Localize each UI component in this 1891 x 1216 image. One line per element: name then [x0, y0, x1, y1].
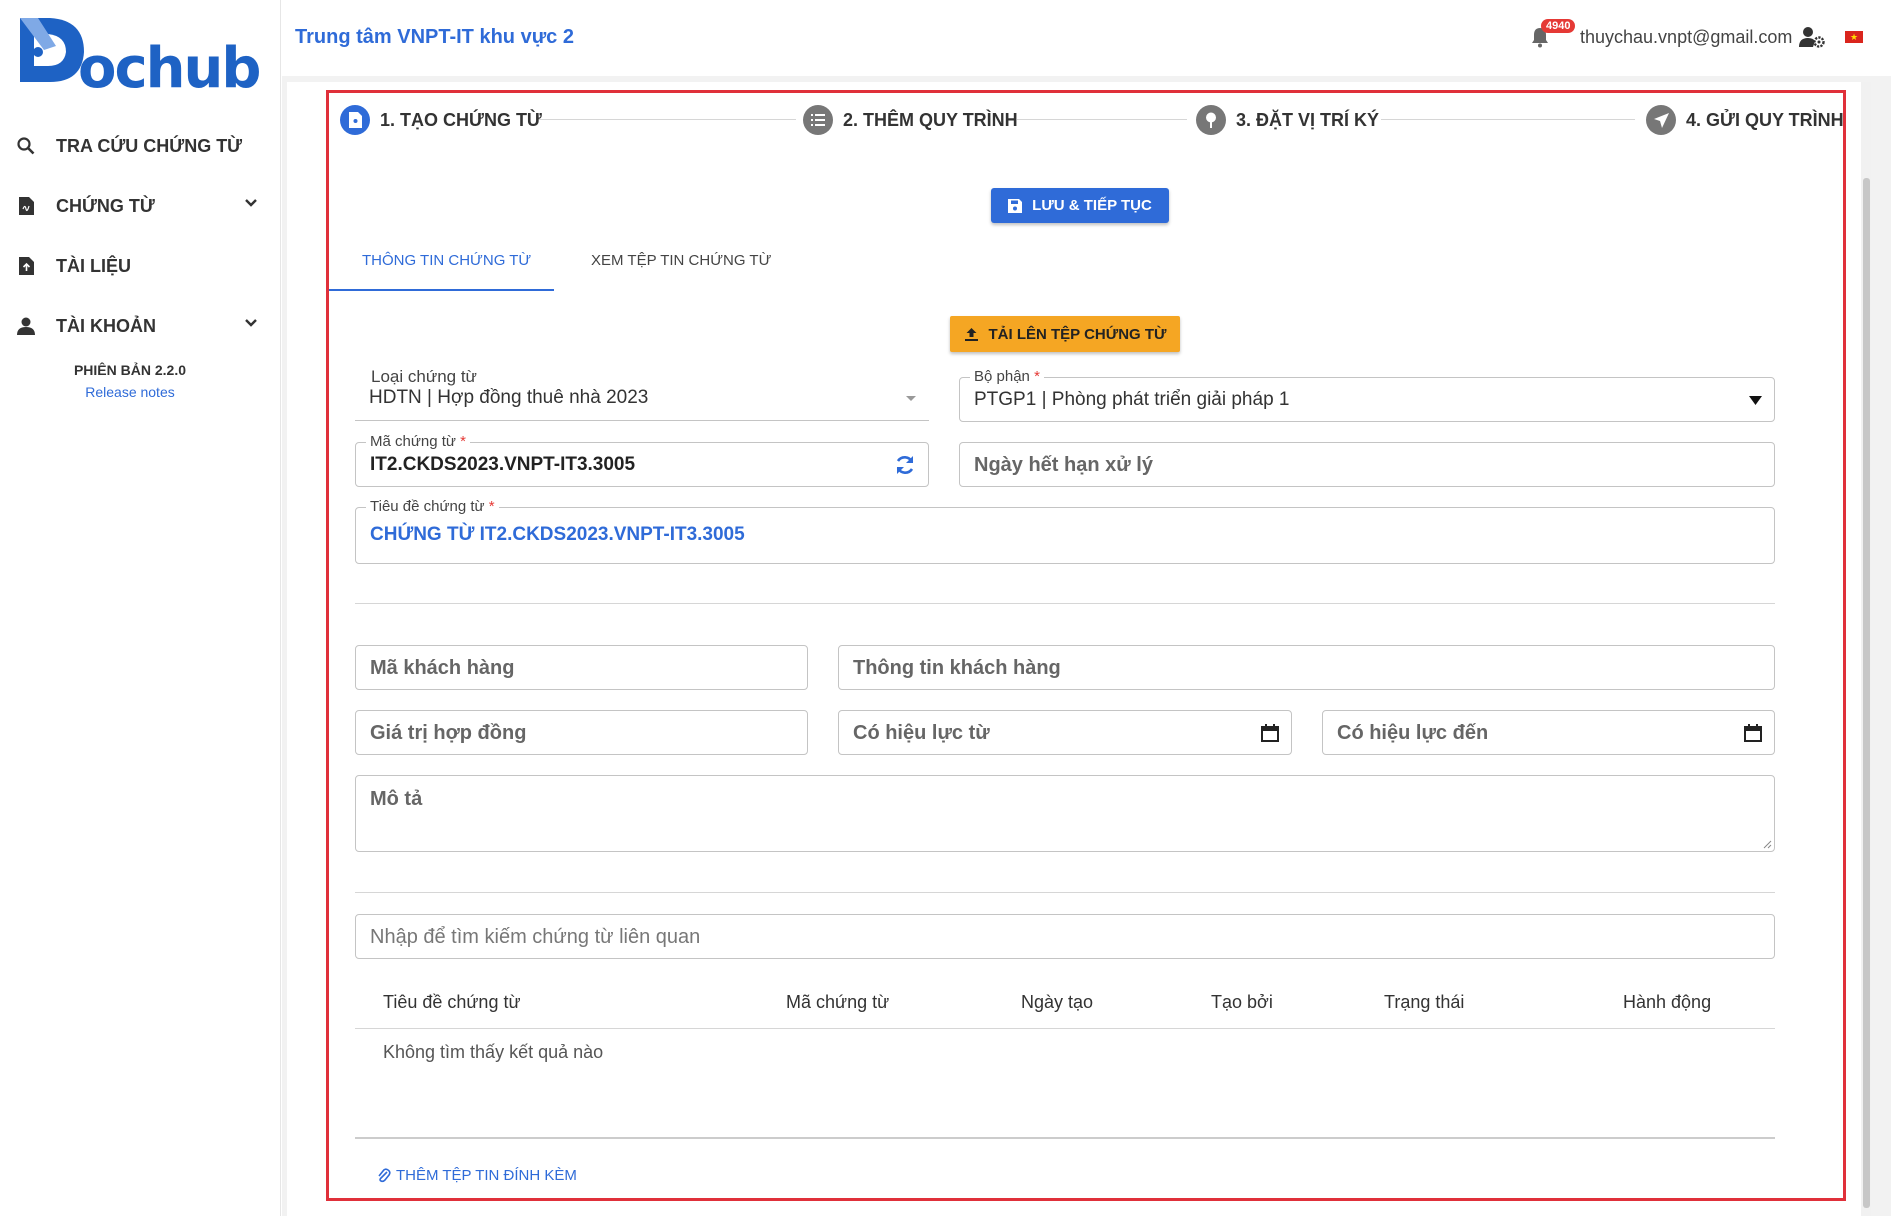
column-header-status[interactable]: Trạng thái [1384, 992, 1464, 1013]
step-send-workflow[interactable]: 4. GỬI QUY TRÌNH [1646, 105, 1844, 135]
column-header-created-by[interactable]: Tạo bởi [1211, 992, 1273, 1013]
send-icon [1646, 105, 1676, 135]
document-title-field[interactable]: Tiêu đề chứng từ * CHỨNG TỪ IT2.CKDS2023… [355, 498, 1775, 564]
vn-flag-icon[interactable]: ★ [1845, 31, 1863, 43]
valid-from-field[interactable]: Có hiệu lực từ [838, 710, 1292, 755]
empty-results-text: Không tìm thấy kết quả nào [383, 1042, 604, 1062]
sidebar-item-label: CHỨNG TỪ [56, 195, 155, 216]
resize-handle-icon[interactable] [1762, 839, 1772, 849]
step-label: 1. TẠO CHỨNG TỪ [380, 109, 542, 130]
sidebar-item-documents[interactable]: CHỨNG TỪ [0, 176, 280, 236]
step-create-document[interactable]: 1. TẠO CHỨNG TỪ [340, 105, 542, 135]
field-label: Bộ phận * [970, 368, 1044, 385]
field-placeholder: Thông tin khách hàng [853, 657, 1061, 679]
field-label: Loại chứng từ [367, 367, 481, 387]
sidebar-item-search-documents[interactable]: TRA CỨU CHỨNG TỪ [0, 116, 280, 176]
field-placeholder: Có hiệu lực từ [853, 722, 990, 744]
chevron-down-icon [245, 199, 257, 207]
customer-info-field[interactable]: Thông tin khách hàng [838, 645, 1775, 690]
department-select[interactable]: Bộ phận * PTGP1 | Phòng phát triển giải … [959, 368, 1775, 422]
related-documents-search[interactable]: Nhập để tìm kiếm chứng từ liên quan [355, 914, 1775, 959]
table-header-divider [355, 1028, 1775, 1029]
field-label: Tiêu đề chứng từ * [366, 498, 499, 515]
section-divider [355, 892, 1775, 893]
dropdown-arrow-icon [1749, 396, 1762, 405]
sidebar-item-account[interactable]: TÀI KHOẢN [0, 296, 280, 356]
column-header-title[interactable]: Tiêu đề chứng từ [383, 992, 521, 1013]
upload-document-button[interactable]: TẢI LÊN TỆP CHỨNG TỪ [950, 316, 1180, 352]
document-type-select[interactable]: Loại chứng từ HDTN | Hợp đồng thuê nhà 2… [355, 367, 929, 421]
active-tab-indicator [328, 289, 554, 291]
scrollbar-thumb[interactable] [1863, 178, 1870, 1208]
column-header-code[interactable]: Mã chứng từ [786, 992, 889, 1013]
upload-icon [964, 327, 978, 341]
field-label: Mã chứng từ * [366, 433, 470, 450]
column-header-actions: Hành động [1623, 992, 1712, 1012]
add-attachment-button[interactable]: THÊM TỆP TIN ĐÍNH KÈM [377, 1167, 577, 1184]
field-placeholder: Mã khách hàng [370, 657, 515, 679]
user-icon [16, 316, 36, 336]
document-step-icon [340, 105, 370, 135]
step-label: 3. ĐẶT VỊ TRÍ KÝ [1236, 109, 1380, 130]
step-add-workflow[interactable]: 2. THÊM QUY TRÌNH [803, 105, 1018, 135]
step-place-signature[interactable]: 3. ĐẶT VỊ TRÍ KÝ [1196, 105, 1379, 135]
field-placeholder: Giá trị hợp đồng [370, 722, 527, 744]
field-placeholder: Mô tả [370, 788, 423, 810]
refresh-icon[interactable] [894, 454, 916, 476]
tab-view-document-file[interactable]: XEM TỆP TIN CHỨNG TỪ [591, 252, 771, 269]
field-value: HDTN | Hợp đồng thuê nhà 2023 [369, 387, 649, 408]
paperclip-icon [378, 1167, 391, 1182]
file-icon [16, 256, 36, 276]
calendar-icon[interactable] [1261, 724, 1279, 742]
sidebar-item-label: TÀI KHOẢN [56, 315, 156, 336]
calendar-icon[interactable] [1744, 724, 1762, 742]
field-value: IT2.CKDS2023.VNPT-IT3.3005 [370, 454, 636, 475]
logo-text: ochub [78, 36, 261, 101]
field-value: PTGP1 | Phòng phát triển giải pháp 1 [974, 389, 1290, 410]
deadline-field[interactable]: Ngày hết hạn xử lý [959, 442, 1775, 487]
step-label: 2. THÊM QUY TRÌNH [843, 109, 1018, 130]
save-continue-button[interactable]: LƯU & TIẾP TỤC [991, 188, 1169, 223]
list-icon [803, 105, 833, 135]
document-code-field[interactable]: Mã chứng từ * IT2.CKDS2023.VNPT-IT3.3005 [355, 433, 929, 487]
user-settings-icon[interactable] [1799, 26, 1825, 48]
sidebar-item-files[interactable]: TÀI LIỆU [0, 236, 280, 296]
description-textarea[interactable]: Mô tả [355, 775, 1775, 852]
stepper-connector [1017, 119, 1187, 120]
section-divider [355, 603, 1775, 604]
top-header: Trung tâm VNPT-IT khu vực 2 4940 thuycha… [282, 0, 1891, 76]
field-value: CHỨNG TỪ IT2.CKDS2023.VNPT-IT3.3005 [370, 524, 745, 545]
add-attachment-label: THÊM TỆP TIN ĐÍNH KÈM [396, 1167, 577, 1184]
search-icon [16, 136, 36, 156]
sidebar: ochub TRA CỨU CHỨNG TỪ CHỨNG TỪ TÀI LIỆU [0, 0, 281, 1216]
location-pin-icon [1196, 105, 1226, 135]
field-placeholder: Có hiệu lực đến [1337, 722, 1489, 744]
notification-badge: 4940 [1541, 19, 1576, 33]
valid-to-field[interactable]: Có hiệu lực đến [1322, 710, 1775, 755]
save-continue-label: LƯU & TIẾP TỤC [1032, 197, 1152, 214]
chevron-down-icon [245, 319, 257, 327]
column-header-created-date[interactable]: Ngày tạo [1021, 992, 1093, 1013]
section-divider [355, 1137, 1775, 1139]
sidebar-nav: TRA CỨU CHỨNG TỪ CHỨNG TỪ TÀI LIỆU TÀI K… [0, 116, 280, 356]
sidebar-item-label: TRA CỨU CHỨNG TỪ [56, 135, 243, 156]
tab-document-info[interactable]: THÔNG TIN CHỨNG TỪ [362, 252, 531, 269]
field-placeholder: Nhập để tìm kiếm chứng từ liên quan [370, 926, 701, 948]
stepper-connector [1381, 119, 1635, 120]
dropdown-arrow-icon [906, 396, 916, 401]
upload-document-label: TẢI LÊN TỆP CHỨNG TỪ [988, 325, 1167, 343]
field-placeholder: Ngày hết hạn xử lý [974, 454, 1153, 476]
version-label: PHIÊN BẢN 2.2.0 [73, 362, 187, 378]
sidebar-item-label: TÀI LIỆU [56, 255, 131, 276]
user-email[interactable]: thuychau.vnpt@gmail.com [1580, 27, 1792, 48]
step-label: 4. GỬI QUY TRÌNH [1686, 109, 1844, 130]
customer-code-field[interactable]: Mã khách hàng [355, 645, 808, 690]
stepper-connector [538, 119, 796, 120]
document-icon [16, 196, 36, 216]
release-notes-link[interactable]: Release notes [0, 384, 260, 400]
contract-value-field[interactable]: Giá trị hợp đồng [355, 710, 808, 755]
save-icon [1008, 198, 1023, 213]
dochub-logo[interactable]: ochub [16, 14, 261, 101]
organization-title: Trung tâm VNPT-IT khu vực 2 [295, 26, 574, 48]
